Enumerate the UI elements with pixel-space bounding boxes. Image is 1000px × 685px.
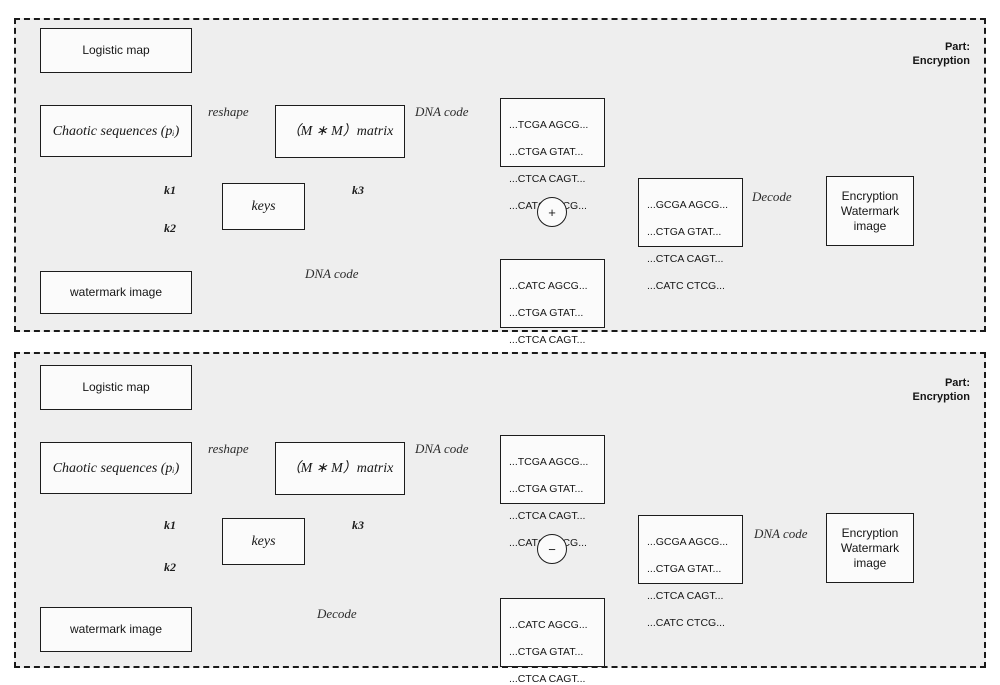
- edge-label-dna-code-bottom-encryption: DNA code: [305, 266, 359, 281]
- dna-line: ...CTCA CAGT...: [647, 589, 724, 602]
- node-dna-result-encryption[interactable]: ...GCGA AGCG... ...CTGA GTAT... ...CTCA …: [638, 178, 743, 292]
- dna-line: ...GCGA AGCG...: [647, 535, 729, 548]
- dna-line: ...CATC CTCG...: [647, 279, 725, 292]
- dna-line: ...CTCA CAGT...: [509, 333, 586, 346]
- dna-line: ...CTCA CAGT...: [509, 672, 586, 685]
- node-dna-result-decryption[interactable]: ...GCGA AGCG... ...CTGA GTAT... ...CTCA …: [638, 515, 743, 629]
- edge-label-decode-decryption: Decode: [317, 606, 357, 621]
- node-watermark-image-decryption[interactable]: watermark image: [40, 607, 192, 652]
- edge-label-dna-code-top-decryption: DNA code: [415, 441, 469, 456]
- key-label-k1-decryption: k1: [164, 518, 176, 532]
- panel-encryption-label: Part: Encryption: [912, 41, 970, 67]
- edge-label-dna-code-right-decryption: DNA code: [754, 526, 808, 541]
- node-keys-encryption[interactable]: keys: [222, 183, 305, 230]
- dna-line: ...TCGA AGCG...: [509, 118, 589, 131]
- node-matrix-decryption[interactable]: （M ∗ M）matrix: [275, 442, 405, 495]
- node-logistic-map-encryption[interactable]: Logistic map: [40, 28, 192, 73]
- key-label-k2-decryption: k2: [164, 560, 176, 574]
- node-logistic-map-decryption[interactable]: Logistic map: [40, 365, 192, 410]
- panel-decryption-label: Part: Encryption: [912, 377, 970, 403]
- node-encryption-watermark-image-decryption[interactable]: Encryption Watermark image: [826, 513, 914, 583]
- edge-label-reshape-encryption: reshape: [208, 104, 249, 119]
- edge-label-decode-encryption: Decode: [752, 189, 792, 204]
- node-dna-chaotic-decryption[interactable]: ...TCGA AGCG... ...CTGA GTAT... ...CTCA …: [500, 435, 605, 549]
- dna-line: ...CATC AGCG...: [509, 279, 588, 292]
- dna-line: ...CTGA GTAT...: [647, 562, 722, 575]
- edge-label-dna-code-top-encryption: DNA code: [415, 104, 469, 119]
- dna-line: ...CTGA GTAT...: [509, 482, 584, 495]
- operator-add-encryption: +: [537, 197, 567, 227]
- dna-line: ...GCGA AGCG...: [647, 198, 729, 211]
- dna-line: ...CATC AGCG...: [509, 618, 588, 631]
- dna-line: ...CTGA GTAT...: [509, 306, 584, 319]
- dna-line: ...CTCA CAGT...: [647, 252, 724, 265]
- key-label-k3-decryption: k3: [352, 518, 364, 532]
- dna-line: ...CTCA CAGT...: [509, 172, 586, 185]
- dna-line: ...TCGA AGCG...: [509, 455, 589, 468]
- node-dna-watermark-encryption[interactable]: ...CATC AGCG... ...CTGA GTAT... ...CTCA …: [500, 259, 605, 373]
- dna-line: ...CTGA GTAT...: [509, 645, 584, 658]
- diagram-canvas: Part: Encryption Logistic map Chaotic se…: [0, 0, 1000, 685]
- dna-line: ...CATC CTCG...: [647, 616, 725, 629]
- node-keys-decryption[interactable]: keys: [222, 518, 305, 565]
- node-encryption-watermark-image-encryption[interactable]: Encryption Watermark image: [826, 176, 914, 246]
- node-dna-watermark-decryption[interactable]: ...CATC AGCG... ...CTGA GTAT... ...CTCA …: [500, 598, 605, 685]
- node-matrix-encryption[interactable]: （M ∗ M）matrix: [275, 105, 405, 158]
- dna-line: ...CTGA GTAT...: [647, 225, 722, 238]
- edge-label-reshape-decryption: reshape: [208, 441, 249, 456]
- dna-line: ...CTCA CAGT...: [509, 509, 586, 522]
- node-dna-chaotic-encryption[interactable]: ...TCGA AGCG... ...CTGA GTAT... ...CTCA …: [500, 98, 605, 212]
- key-label-k3-encryption: k3: [352, 183, 364, 197]
- node-chaotic-sequences-encryption[interactable]: Chaotic sequences (pᵢ): [40, 105, 192, 157]
- node-chaotic-sequences-decryption[interactable]: Chaotic sequences (pᵢ): [40, 442, 192, 494]
- operator-subtract-decryption: −: [537, 534, 567, 564]
- key-label-k2-encryption: k2: [164, 221, 176, 235]
- dna-line: ...CTGA GTAT...: [509, 145, 584, 158]
- node-watermark-image-encryption[interactable]: watermark image: [40, 271, 192, 314]
- key-label-k1-encryption: k1: [164, 183, 176, 197]
